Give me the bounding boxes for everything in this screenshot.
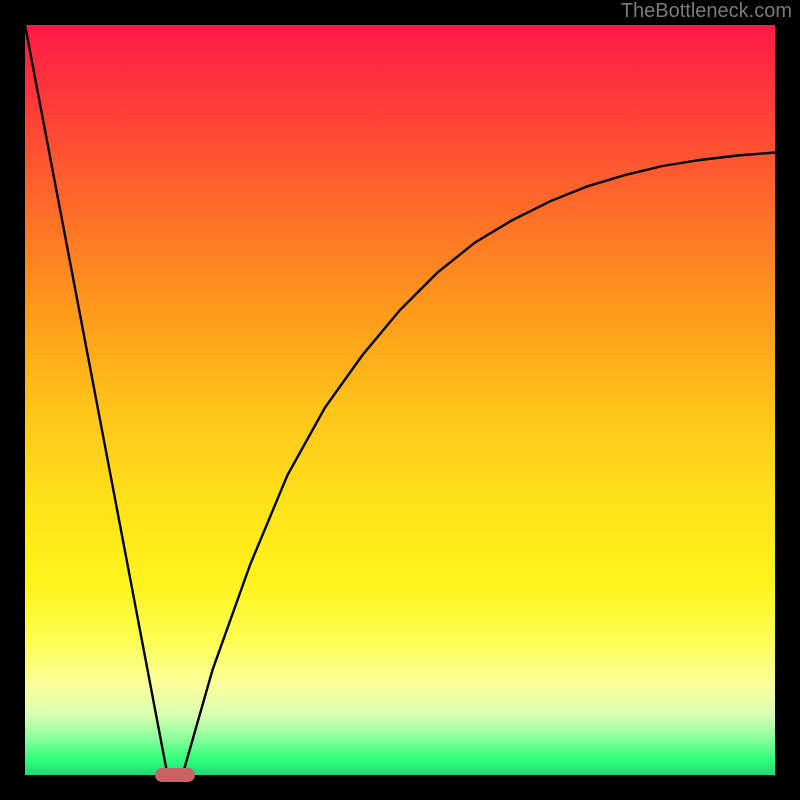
bottleneck-curve xyxy=(25,25,775,775)
watermark-text: TheBottleneck.com xyxy=(621,0,792,23)
chart-frame: TheBottleneck.com xyxy=(0,0,800,800)
minimum-marker xyxy=(155,768,195,782)
chart-curve-layer xyxy=(25,25,775,775)
